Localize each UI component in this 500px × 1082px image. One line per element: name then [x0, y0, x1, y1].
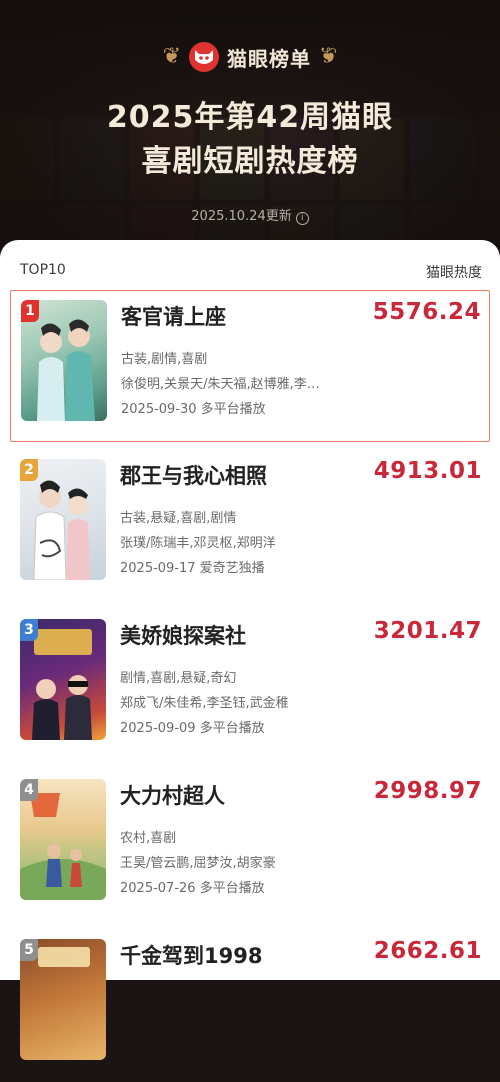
update-time: 2025.10.24更新 i: [0, 205, 500, 225]
update-text: 2025.10.24更新: [191, 209, 292, 224]
cat-face-icon: [189, 42, 219, 72]
list-item[interactable]: 3 美娇娘探案社 3201.47 剧情,喜剧,悬疑,奇幻 郑成飞/朱佳希,李圣钰…: [10, 610, 490, 762]
rank-badge: 3: [20, 619, 38, 641]
drama-poster: 3: [20, 619, 106, 740]
list-item[interactable]: 2 郡王与我心相照 4913.01 古装,悬疑,喜剧,剧情 张璞/陈瑞丰,邓灵枢…: [10, 450, 490, 602]
drama-poster: 2: [20, 459, 106, 580]
drama-poster: 4: [20, 779, 106, 900]
info-icon[interactable]: i: [295, 212, 309, 225]
heat-score: 5576.24: [372, 299, 481, 325]
header-banner: ❦ 猫眼榜单 ❦ 2025年第42周猫眼 喜剧短剧热度榜 2025.10.24更…: [0, 0, 500, 280]
drama-title: 客官请上座: [121, 305, 226, 329]
release-info: 2025-07-26 多平台播放: [120, 881, 265, 896]
list-header-right: 猫眼热度: [426, 265, 482, 281]
title-line-2: 喜剧短剧热度榜: [141, 144, 359, 179]
genre-tags: 古装,剧情,喜剧: [121, 352, 208, 367]
release-info: 2025-09-30 多平台播放: [121, 402, 266, 417]
list-item[interactable]: 1 客官请上座 5576.24 古装,剧情,喜剧 徐俊明,关景天/朱天福,赵博雅…: [10, 290, 490, 442]
cast-list: 郑成飞/朱佳希,李圣钰,武金稚: [120, 696, 289, 711]
drama-title: 美娇娘探案社: [120, 624, 246, 648]
release-info: 2025-09-09 多平台播放: [120, 721, 265, 736]
title-line-1: 2025年第42周猫眼: [106, 100, 394, 135]
rank-badge: 2: [20, 459, 38, 481]
cast-list: 张璞/陈瑞丰,邓灵枢,郑明洋: [120, 536, 276, 551]
drama-title: 千金驾到1998: [120, 944, 263, 968]
genre-tags: 古装,悬疑,喜剧,剧情: [120, 511, 237, 526]
laurel-left-icon: ❦: [162, 44, 181, 69]
rank-badge: 4: [20, 779, 38, 801]
laurel-right-icon: ❦: [319, 44, 338, 69]
cast-list: 徐俊明,关景天/朱天福,赵博雅,李…: [121, 377, 320, 392]
page-title: 2025年第42周猫眼 喜剧短剧热度榜: [0, 96, 500, 184]
cast-list: 王昊/管云鹏,屈梦汝,胡家豪: [120, 856, 276, 871]
list-item[interactable]: 4 大力村超人 2998.97 农村,喜剧 王昊/管云鹏,屈梦汝,胡家豪 202…: [10, 770, 490, 922]
rank-badge: 5: [20, 939, 38, 961]
rank-badge: 1: [21, 300, 39, 322]
drama-poster: 5: [20, 939, 106, 1060]
list-item[interactable]: 5 千金驾到1998 2662.61: [10, 930, 490, 1082]
drama-title: 大力村超人: [120, 784, 225, 808]
genre-tags: 剧情,喜剧,悬疑,奇幻: [120, 671, 237, 686]
drama-poster: 1: [21, 300, 107, 421]
release-info: 2025-09-17 爱奇艺独播: [120, 561, 265, 576]
brand-name: 猫眼榜单: [227, 46, 311, 71]
heat-score: 2662.61: [373, 938, 482, 964]
heat-score: 3201.47: [373, 618, 482, 644]
list-header-left: TOP10: [20, 262, 66, 278]
heat-score: 4913.01: [373, 458, 482, 484]
heat-score: 2998.97: [373, 778, 482, 804]
ranking-list: TOP10 猫眼热度 1 客官请上座 5576.24 古装,剧情,喜剧 徐俊明,…: [0, 240, 500, 1060]
genre-tags: 农村,喜剧: [120, 831, 177, 846]
drama-title: 郡王与我心相照: [120, 464, 267, 488]
brand-header: ❦ 猫眼榜单 ❦: [0, 42, 500, 72]
list-header: TOP10 猫眼热度: [20, 262, 482, 282]
